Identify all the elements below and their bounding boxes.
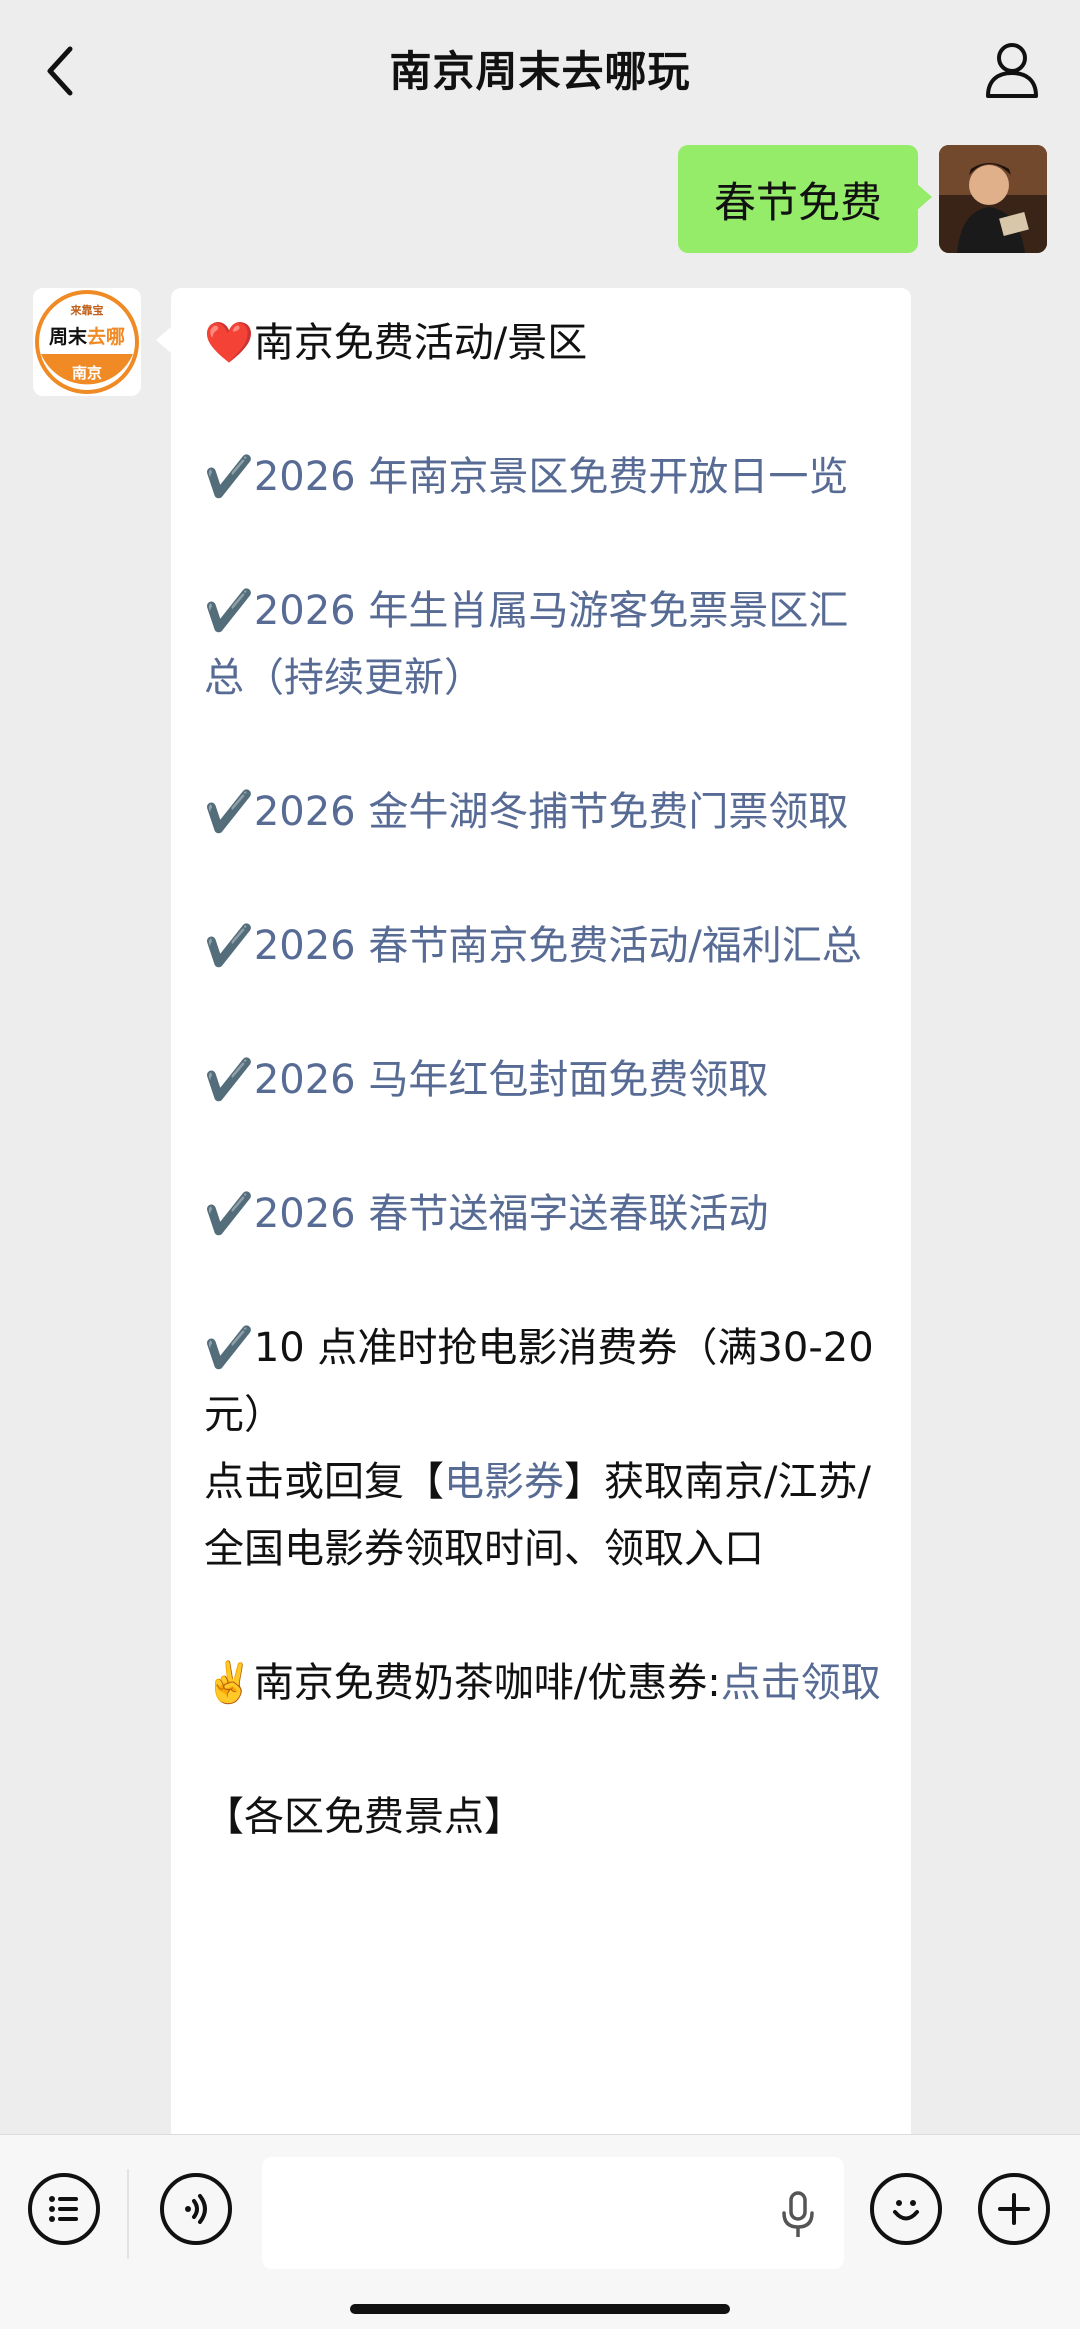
logo-mid-text: 周末去哪 bbox=[33, 322, 141, 349]
check-icon: ✔️ bbox=[204, 1191, 254, 1237]
list-item[interactable]: ✔️2026 春节南京免费活动/福利汇总 bbox=[204, 913, 881, 980]
article-link[interactable]: 2026 马年红包封面免费领取 bbox=[254, 1057, 769, 1103]
my-avatar[interactable] bbox=[939, 145, 1047, 253]
article-link[interactable]: 2026 年南京景区免费开放日一览 bbox=[254, 454, 849, 500]
chat-header: 南京周末去哪玩 bbox=[0, 0, 1080, 140]
emoji-button[interactable] bbox=[870, 2173, 942, 2245]
logo-mid-text-b: 去哪 bbox=[87, 326, 126, 348]
outgoing-message-text: 春节免费 bbox=[713, 177, 882, 227]
plus-icon bbox=[998, 2193, 1030, 2225]
check-icon: ✔️ bbox=[204, 789, 254, 835]
list-icon bbox=[49, 2196, 78, 2222]
article-link[interactable]: 2026 年生肖属马游客免票景区汇总（持续更新） bbox=[204, 588, 848, 701]
article-link[interactable]: 2026 金牛湖冬捕节免费门票领取 bbox=[254, 789, 849, 835]
reply-prefix: 点击或回复【 bbox=[204, 1459, 444, 1505]
next-section-heading: 【各区免费景点】 bbox=[204, 1794, 524, 1840]
outgoing-bubble-tail bbox=[916, 183, 932, 211]
person-icon bbox=[986, 43, 1038, 98]
victory-hand-icon: ✌️ bbox=[204, 1660, 254, 1706]
coupon-line: ✔️10 点准时抢电影消费券（满30-20 元） bbox=[204, 1315, 881, 1449]
heading-text: 南京免费活动/景区 bbox=[253, 320, 588, 366]
incoming-message-bubble: ❤️南京免费活动/景区 ✔️2026 年南京景区免费开放日一览 ✔️2026 年… bbox=[171, 288, 911, 2188]
bar-divider bbox=[127, 2169, 129, 2259]
movie-coupon-keyword-link[interactable]: 电影券 bbox=[444, 1459, 564, 1505]
incoming-bubble-tail bbox=[156, 326, 172, 354]
message-input[interactable] bbox=[262, 2157, 844, 2269]
list-item[interactable]: ✔️2026 马年红包封面免费领取 bbox=[204, 1047, 881, 1114]
list-item[interactable]: ✔️2026 年南京景区免费开放日一览 bbox=[204, 444, 881, 511]
voice-button[interactable] bbox=[160, 2173, 232, 2245]
heart-icon: ❤️ bbox=[204, 320, 254, 366]
claim-link[interactable]: 点击领取 bbox=[721, 1660, 881, 1706]
menu-button[interactable] bbox=[28, 2173, 100, 2245]
check-icon: ✔️ bbox=[204, 454, 254, 500]
logo-top-text: 来靠宝 bbox=[70, 304, 104, 317]
logo-bottom-text: 南京 bbox=[71, 364, 102, 382]
logo-mid-text-a: 周末 bbox=[48, 326, 87, 348]
home-indicator[interactable] bbox=[350, 2304, 730, 2314]
avatar-photo bbox=[939, 145, 1047, 253]
list-item[interactable]: ✔️2026 金牛湖冬捕节免费门票领取 bbox=[204, 779, 881, 846]
milk-tea-text: 南京免费奶茶咖啡/优惠券: bbox=[253, 1660, 721, 1706]
check-icon: ✔️ bbox=[204, 1057, 254, 1103]
check-icon: ✔️ bbox=[204, 923, 254, 969]
outgoing-message-row: 春节免费 bbox=[0, 145, 1080, 255]
official-account-avatar[interactable]: 来靠宝 周末去哪 南京 bbox=[33, 288, 141, 396]
smiley-icon bbox=[893, 2200, 919, 2221]
message-heading: ❤️南京免费活动/景区 bbox=[204, 310, 881, 377]
article-link[interactable]: 2026 春节南京免费活动/福利汇总 bbox=[254, 923, 862, 969]
article-link[interactable]: 2026 春节送福字送春联活动 bbox=[254, 1191, 769, 1237]
coupon-text: 10 点准时抢电影消费券（满30-20 元） bbox=[204, 1325, 874, 1438]
list-item[interactable]: ✔️2026 年生肖属马游客免票景区汇总（持续更新） bbox=[204, 578, 881, 712]
check-icon: ✔️ bbox=[204, 1325, 254, 1371]
list-item[interactable]: ✔️2026 春节送福字送春联活动 bbox=[204, 1181, 881, 1248]
milk-tea-line: ✌️南京免费奶茶咖啡/优惠券:点击领取 bbox=[204, 1650, 881, 1717]
outgoing-message-bubble[interactable]: 春节免费 bbox=[677, 145, 918, 253]
check-icon: ✔️ bbox=[204, 588, 254, 634]
more-button[interactable] bbox=[978, 2173, 1050, 2245]
chat-title: 南京周末去哪玩 bbox=[389, 47, 691, 96]
voice-icon bbox=[185, 2194, 207, 2224]
profile-button[interactable] bbox=[980, 38, 1044, 102]
microphone-icon[interactable] bbox=[780, 2191, 816, 2239]
reply-instruction: 点击或回复【电影券】获取南京/江苏/全国电影券领取时间、领取入口 bbox=[204, 1449, 881, 1583]
input-bar bbox=[0, 2134, 1080, 2329]
